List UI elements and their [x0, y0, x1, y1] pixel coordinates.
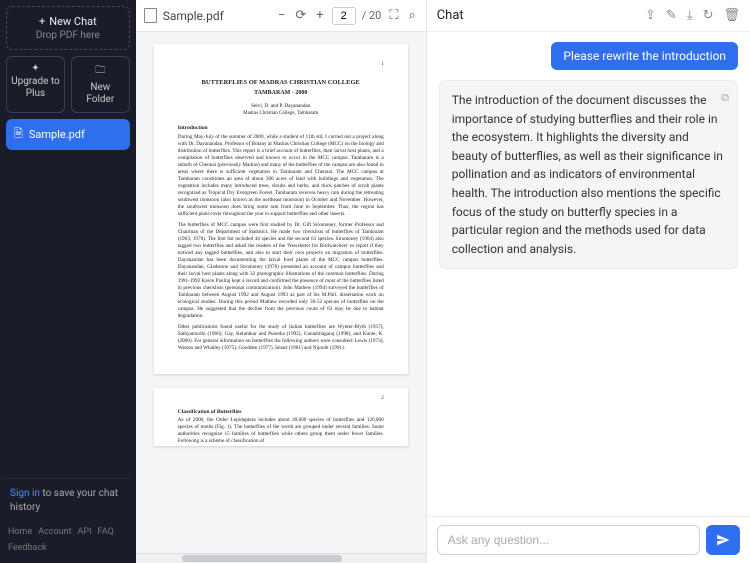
chat-title: Chat [437, 8, 645, 23]
user-message-row: Please rewrite the introduction [439, 42, 738, 70]
chat-input-row [427, 516, 750, 563]
send-button[interactable] [706, 525, 740, 555]
new-chat-sub: Drop PDF here [11, 30, 125, 41]
pdf-page: 1 BUTTERFLIES OF MADRAS CHRISTIAN COLLEG… [154, 44, 408, 374]
heading-class: Classification of Butterflies [178, 409, 384, 416]
page-total: / 20 [362, 9, 382, 22]
viewer-title: Sample.pdf [163, 9, 224, 23]
zoom-out-icon[interactable]: − [276, 8, 287, 23]
upgrade-button[interactable]: ✦ Upgrade toPlus [6, 56, 65, 113]
page-num-top: 1 [178, 62, 384, 69]
zoom-reset-icon[interactable]: ⟳ [293, 8, 308, 23]
refresh-icon[interactable]: ↻ [703, 8, 714, 23]
sidebar-file-name: Sample.pdf [29, 128, 85, 141]
edit-icon[interactable]: ✎ [666, 8, 677, 23]
heading-intro: Introduction [178, 125, 384, 132]
page-number-input[interactable] [332, 7, 356, 25]
footer-account[interactable]: Account [38, 527, 71, 537]
delete-icon[interactable]: 🗑 [723, 8, 740, 23]
document-icon: 🗎 [14, 125, 23, 144]
newfolder-line1: New [90, 82, 110, 93]
fit-width-icon[interactable]: ⛶ [387, 8, 400, 23]
footer-faq[interactable]: FAQ [98, 527, 114, 537]
sidebar-file-item[interactable]: 🗎 Sample.pdf [6, 119, 130, 150]
download-icon[interactable]: ⤓ [687, 8, 693, 23]
chat-panel: Chat ⇪ ✎ ⤓ ↻ 🗑 Please rewrite the introd… [427, 0, 750, 563]
new-folder-button[interactable]: 🗀 NewFolder [71, 56, 130, 113]
chat-input[interactable] [437, 525, 700, 555]
copy-icon[interactable]: ⧉ [721, 89, 729, 106]
send-icon [716, 533, 730, 547]
pdf-viewer: Sample.pdf − ⟳ + / 20 ⛶ ⌕ 1 BUTTERFLIES … [136, 0, 427, 563]
doc-affil: Madras Christian College, Tambaram [178, 111, 384, 118]
doc-subtitle: TAMBARAM - 2000 [178, 89, 384, 97]
document-icon [144, 8, 157, 23]
sidebar: + New Chat Drop PDF here ✦ Upgrade toPlus… [0, 0, 136, 563]
user-message: Please rewrite the introduction [551, 42, 738, 70]
viewer-toolbar: Sample.pdf − ⟳ + / 20 ⛶ ⌕ [136, 0, 426, 32]
plus-icon: + [39, 15, 45, 28]
footer-home[interactable]: Home [8, 527, 32, 537]
footer-feedback[interactable]: Feedback [8, 543, 47, 553]
footer-links: Home Account API FAQ Feedback [6, 523, 130, 557]
page-num-top: 2 [178, 396, 384, 403]
upgrade-line2: Plus [26, 88, 45, 99]
intro-para-2: The butterflies of MCC campus were first… [178, 222, 384, 320]
signin-link[interactable]: Sign in [10, 488, 40, 499]
doc-title: BUTTERFLIES OF MADRAS CHRISTIAN COLLEGE [178, 79, 384, 88]
assistant-text: The introduction of the document discuss… [452, 93, 723, 256]
assistant-message-row: The introduction of the document discuss… [439, 80, 738, 269]
assistant-message: The introduction of the document discuss… [439, 80, 738, 269]
upgrade-line1: Upgrade to [11, 76, 60, 87]
zoom-in-icon[interactable]: + [314, 8, 325, 23]
intro-para-3: Other publications found useful for the … [178, 324, 384, 352]
sparkle-icon: ✦ [31, 63, 39, 74]
chat-header: Chat ⇪ ✎ ⤓ ↻ 🗑 [427, 0, 750, 32]
new-chat-button[interactable]: + New Chat Drop PDF here [6, 6, 130, 50]
chat-body: Please rewrite the introduction The intr… [427, 32, 750, 516]
viewer-body[interactable]: 1 BUTTERFLIES OF MADRAS CHRISTIAN COLLEG… [136, 32, 426, 563]
intro-para-1: During May-July of the summer of 2000, w… [178, 134, 384, 218]
pdf-page: 2 Classification of Butterflies As of 20… [154, 388, 408, 446]
search-icon[interactable]: ⌕ [406, 8, 417, 23]
doc-authors: Selvi, D. and P. Dayanandan [178, 103, 384, 110]
footer-api[interactable]: API [78, 527, 92, 537]
class-para-1: As of 2000, the Order Lepidoptera includ… [178, 417, 384, 445]
scrollbar-thumb[interactable] [182, 555, 342, 562]
share-icon[interactable]: ⇪ [645, 8, 656, 23]
new-chat-label: New Chat [49, 15, 96, 28]
newfolder-line2: Folder [86, 94, 114, 105]
signin-prompt: Sign in to save your chat history [6, 478, 130, 523]
horizontal-scrollbar[interactable] [136, 553, 426, 563]
folder-plus-icon: 🗀 [95, 63, 105, 80]
